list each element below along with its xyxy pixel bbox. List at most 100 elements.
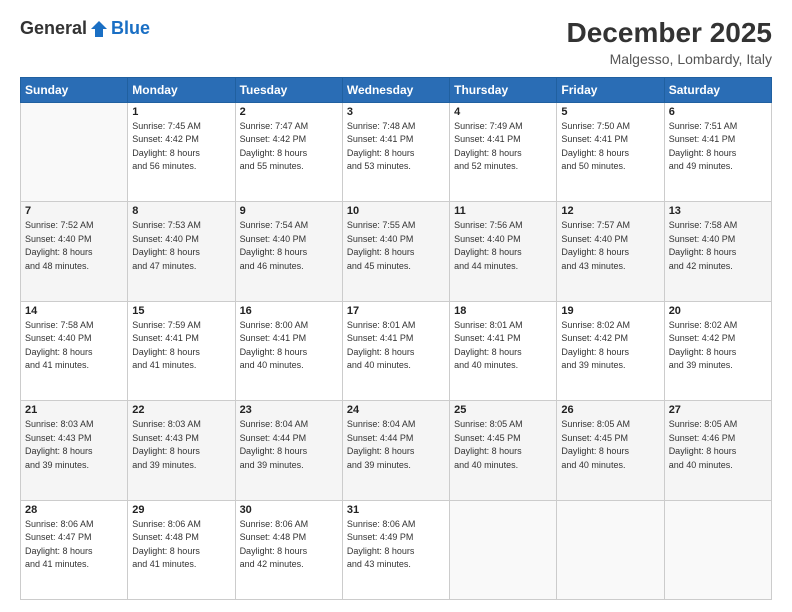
col-header-thursday: Thursday	[450, 77, 557, 102]
calendar-cell: 29Sunrise: 8:06 AMSunset: 4:48 PMDayligh…	[128, 500, 235, 599]
day-number: 25	[454, 404, 552, 416]
day-number: 30	[240, 504, 338, 516]
day-info: Sunrise: 7:48 AMSunset: 4:41 PMDaylight:…	[347, 120, 445, 174]
day-number: 31	[347, 504, 445, 516]
day-number: 19	[561, 305, 659, 317]
day-info: Sunrise: 8:05 AMSunset: 4:46 PMDaylight:…	[669, 418, 767, 472]
day-info: Sunrise: 7:49 AMSunset: 4:41 PMDaylight:…	[454, 120, 552, 174]
logo-blue-text: Blue	[111, 18, 150, 39]
day-info: Sunrise: 8:00 AMSunset: 4:41 PMDaylight:…	[240, 319, 338, 373]
calendar-cell	[664, 500, 771, 599]
calendar-cell: 10 Sunrise: 7:55 AMSunset: 4:40 PMDayligh…	[342, 202, 449, 301]
calendar-cell: 31 Sunrise: 8:06 AMSunset: 4:49 PMDayligh…	[342, 500, 449, 599]
calendar-cell: 16 Sunrise: 8:00 AMSunset: 4:41 PMDayligh…	[235, 301, 342, 400]
calendar-cell: 17 Sunrise: 8:01 AMSunset: 4:41 PMDayligh…	[342, 301, 449, 400]
logo: General Blue	[20, 18, 150, 39]
col-header-tuesday: Tuesday	[235, 77, 342, 102]
day-info: Sunrise: 8:06 AMSunset: 4:49 PMDaylight:…	[347, 518, 445, 572]
calendar-cell: 14 Sunrise: 7:58 AMSunset: 4:40 PMDayligh…	[21, 301, 128, 400]
day-info: Sunrise: 8:02 AMSunset: 4:42 PMDaylight:…	[561, 319, 659, 373]
day-number: 13	[669, 205, 767, 217]
calendar-cell: 2Sunrise: 7:47 AMSunset: 4:42 PMDaylight…	[235, 102, 342, 201]
day-info: Sunrise: 7:47 AMSunset: 4:42 PMDaylight:…	[240, 120, 338, 174]
day-info: Sunrise: 8:06 AMSunset: 4:48 PMDaylight:…	[240, 518, 338, 572]
day-info: Sunrise: 8:01 AMSunset: 4:41 PMDaylight:…	[347, 319, 445, 373]
calendar-week-row: 7Sunrise: 7:52 AMSunset: 4:40 PMDaylight…	[21, 202, 772, 301]
calendar-table: SundayMondayTuesdayWednesdayThursdayFrid…	[20, 77, 772, 600]
calendar-cell: 4 Sunrise: 7:49 AMSunset: 4:41 PMDaylight…	[450, 102, 557, 201]
day-info: Sunrise: 8:05 AMSunset: 4:45 PMDaylight:…	[454, 418, 552, 472]
day-number: 29	[132, 504, 230, 516]
day-number: 8	[132, 205, 230, 217]
calendar-cell: 7Sunrise: 7:52 AMSunset: 4:40 PMDaylight…	[21, 202, 128, 301]
calendar-week-row: 28 Sunrise: 8:06 AMSunset: 4:47 PMDayligh…	[21, 500, 772, 599]
calendar-cell: 15 Sunrise: 7:59 AMSunset: 4:41 PMDayligh…	[128, 301, 235, 400]
day-info: Sunrise: 8:04 AMSunset: 4:44 PMDaylight:…	[240, 418, 338, 472]
page: General Blue December 2025 Malgesso, Lom…	[0, 0, 792, 612]
calendar-week-row: 14 Sunrise: 7:58 AMSunset: 4:40 PMDayligh…	[21, 301, 772, 400]
day-number: 21	[25, 404, 123, 416]
day-info: Sunrise: 7:56 AMSunset: 4:40 PMDaylight:…	[454, 219, 552, 273]
day-info: Sunrise: 7:58 AMSunset: 4:40 PMDaylight:…	[25, 319, 123, 373]
calendar-cell: 8Sunrise: 7:53 AMSunset: 4:40 PMDaylight…	[128, 202, 235, 301]
day-number: 11	[454, 205, 552, 217]
calendar-cell: 25 Sunrise: 8:05 AMSunset: 4:45 PMDayligh…	[450, 401, 557, 500]
calendar-week-row: 1Sunrise: 7:45 AMSunset: 4:42 PMDaylight…	[21, 102, 772, 201]
calendar-cell: 22Sunrise: 8:03 AMSunset: 4:43 PMDayligh…	[128, 401, 235, 500]
day-info: Sunrise: 7:59 AMSunset: 4:41 PMDaylight:…	[132, 319, 230, 373]
logo-icon	[89, 19, 109, 39]
day-info: Sunrise: 7:54 AMSunset: 4:40 PMDaylight:…	[240, 219, 338, 273]
header: General Blue December 2025 Malgesso, Lom…	[20, 18, 772, 67]
calendar-cell: 1Sunrise: 7:45 AMSunset: 4:42 PMDaylight…	[128, 102, 235, 201]
calendar-header-row: SundayMondayTuesdayWednesdayThursdayFrid…	[21, 77, 772, 102]
day-number: 3	[347, 106, 445, 118]
day-info: Sunrise: 8:02 AMSunset: 4:42 PMDaylight:…	[669, 319, 767, 373]
day-number: 26	[561, 404, 659, 416]
day-info: Sunrise: 7:52 AMSunset: 4:40 PMDaylight:…	[25, 219, 123, 273]
month-title: December 2025	[567, 18, 772, 49]
calendar-cell	[21, 102, 128, 201]
day-number: 9	[240, 205, 338, 217]
day-number: 10	[347, 205, 445, 217]
day-info: Sunrise: 8:04 AMSunset: 4:44 PMDaylight:…	[347, 418, 445, 472]
calendar-cell: 23 Sunrise: 8:04 AMSunset: 4:44 PMDayligh…	[235, 401, 342, 500]
day-info: Sunrise: 8:03 AMSunset: 4:43 PMDaylight:…	[25, 418, 123, 472]
day-number: 18	[454, 305, 552, 317]
calendar-cell: 9 Sunrise: 7:54 AMSunset: 4:40 PMDaylight…	[235, 202, 342, 301]
day-info: Sunrise: 8:06 AMSunset: 4:47 PMDaylight:…	[25, 518, 123, 572]
calendar-cell: 24Sunrise: 8:04 AMSunset: 4:44 PMDayligh…	[342, 401, 449, 500]
day-info: Sunrise: 7:57 AMSunset: 4:40 PMDaylight:…	[561, 219, 659, 273]
calendar-cell: 13Sunrise: 7:58 AMSunset: 4:40 PMDayligh…	[664, 202, 771, 301]
calendar-cell: 6Sunrise: 7:51 AMSunset: 4:41 PMDaylight…	[664, 102, 771, 201]
day-number: 28	[25, 504, 123, 516]
day-number: 12	[561, 205, 659, 217]
day-info: Sunrise: 7:51 AMSunset: 4:41 PMDaylight:…	[669, 120, 767, 174]
calendar-cell: 19 Sunrise: 8:02 AMSunset: 4:42 PMDayligh…	[557, 301, 664, 400]
day-number: 16	[240, 305, 338, 317]
day-info: Sunrise: 8:05 AMSunset: 4:45 PMDaylight:…	[561, 418, 659, 472]
day-number: 14	[25, 305, 123, 317]
calendar-cell: 12 Sunrise: 7:57 AMSunset: 4:40 PMDayligh…	[557, 202, 664, 301]
col-header-saturday: Saturday	[664, 77, 771, 102]
day-info: Sunrise: 7:50 AMSunset: 4:41 PMDaylight:…	[561, 120, 659, 174]
day-number: 15	[132, 305, 230, 317]
logo-general-text: General	[20, 18, 87, 39]
calendar-cell: 27 Sunrise: 8:05 AMSunset: 4:46 PMDayligh…	[664, 401, 771, 500]
calendar-cell	[450, 500, 557, 599]
calendar-week-row: 21 Sunrise: 8:03 AMSunset: 4:43 PMDayligh…	[21, 401, 772, 500]
day-info: Sunrise: 8:01 AMSunset: 4:41 PMDaylight:…	[454, 319, 552, 373]
day-number: 27	[669, 404, 767, 416]
calendar-cell: 18 Sunrise: 8:01 AMSunset: 4:41 PMDayligh…	[450, 301, 557, 400]
col-header-wednesday: Wednesday	[342, 77, 449, 102]
day-number: 17	[347, 305, 445, 317]
col-header-sunday: Sunday	[21, 77, 128, 102]
calendar-cell: 5Sunrise: 7:50 AMSunset: 4:41 PMDaylight…	[557, 102, 664, 201]
col-header-friday: Friday	[557, 77, 664, 102]
day-info: Sunrise: 7:45 AMSunset: 4:42 PMDaylight:…	[132, 120, 230, 174]
day-number: 4	[454, 106, 552, 118]
location-title: Malgesso, Lombardy, Italy	[567, 51, 772, 67]
day-info: Sunrise: 7:55 AMSunset: 4:40 PMDaylight:…	[347, 219, 445, 273]
day-number: 23	[240, 404, 338, 416]
calendar-cell: 21 Sunrise: 8:03 AMSunset: 4:43 PMDayligh…	[21, 401, 128, 500]
calendar-cell: 11 Sunrise: 7:56 AMSunset: 4:40 PMDayligh…	[450, 202, 557, 301]
